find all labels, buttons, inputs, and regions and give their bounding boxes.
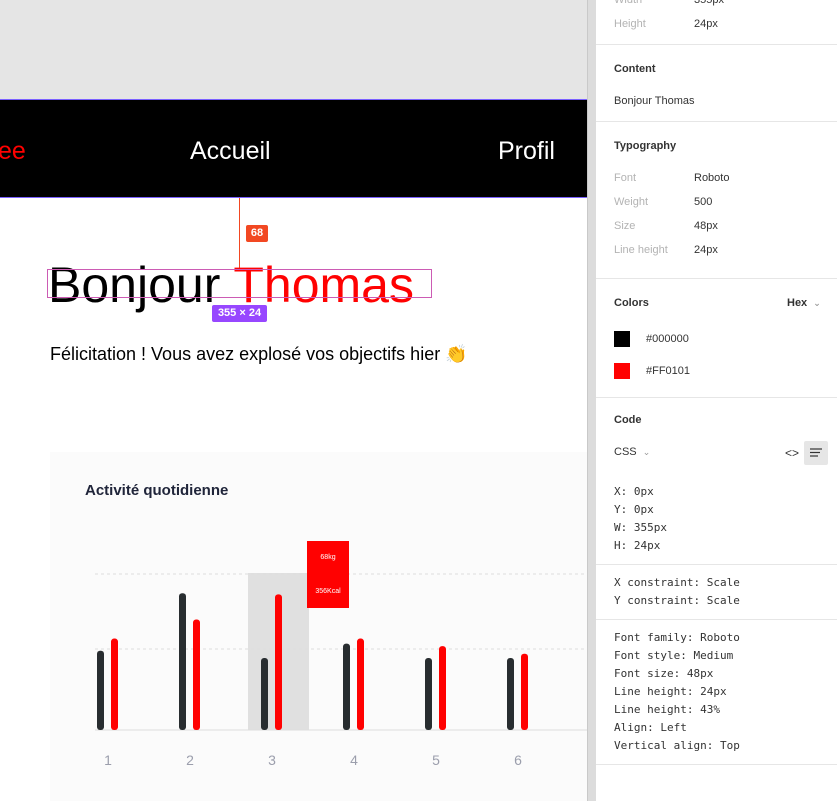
code-line: H: 24px: [614, 539, 661, 552]
weight-bar: [179, 593, 186, 730]
prop-value-height: 24px: [694, 18, 718, 30]
nav-item-home[interactable]: Accueil: [190, 136, 271, 166]
code-line: Font family: Roboto: [614, 631, 740, 644]
code-line: Line height: 43%: [614, 703, 720, 716]
prop-key-width: Width: [614, 0, 643, 6]
code-line: X: 0px: [614, 485, 654, 498]
activity-bar-chart: 123456768kg356Kcal: [95, 541, 587, 768]
prop-value-font: Roboto: [694, 172, 730, 184]
dimension-badge: 355 × 24: [212, 305, 267, 322]
prop-key-weight: Weight: [614, 196, 649, 208]
code-line: Font size: 48px: [614, 667, 714, 680]
code-line: Line height: 24px: [614, 685, 727, 698]
nav-item-profile[interactable]: Profil: [498, 136, 555, 166]
color-swatch-black[interactable]: [614, 331, 630, 347]
typography-section: Typography Font Roboto Weight 500 Size 4…: [596, 122, 837, 279]
prop-key-line-height: Line height: [614, 244, 668, 256]
selection-outline: [47, 269, 432, 298]
prop-value-weight: 500: [694, 196, 713, 208]
chevron-down-icon: ⌄: [813, 298, 821, 308]
spacing-badge: 68: [246, 225, 268, 242]
prop-key-height: Height: [614, 18, 646, 30]
x-tick-label: 3: [268, 752, 276, 768]
prop-key-font: Font: [614, 172, 637, 184]
tooltip-weight: 68kg: [320, 554, 335, 561]
typography-section-title: Typography: [614, 140, 677, 152]
colors-section-title: Colors: [614, 297, 649, 309]
weight-bar: [425, 658, 432, 730]
code-line: Vertical align: Top: [614, 739, 740, 752]
x-tick-label: 5: [432, 752, 440, 768]
calories-bar: [193, 619, 200, 730]
calories-bar: [275, 594, 282, 730]
calories-bar: [357, 638, 364, 730]
tooltip-calories: 356Kcal: [315, 588, 341, 595]
prop-value-width: 355px: [694, 0, 724, 6]
code-line: Font style: Medium: [614, 649, 734, 662]
weight-bar: [97, 650, 104, 730]
design-canvas[interactable]: ee Accueil Profil 68 Bonjour Thomas 355 …: [0, 0, 587, 801]
weight-bar: [261, 658, 268, 730]
font-code-section: Font family: Roboto Font style: Medium F…: [596, 620, 837, 765]
inspect-panel: Width 355px Height 24px Content Bonjour …: [596, 0, 837, 801]
color-format-label: Hex: [787, 297, 808, 309]
color-format-select[interactable]: Hex ⌄: [787, 297, 821, 309]
chevron-down-icon: ⌄: [642, 447, 651, 457]
colors-section: Colors Hex ⌄ #000000 #FF0101: [596, 279, 837, 398]
color-hex-black[interactable]: #000000: [646, 333, 689, 345]
code-language-label: CSS: [614, 446, 637, 458]
code-view-icon[interactable]: <>: [782, 443, 802, 463]
x-tick-label: 6: [514, 752, 522, 768]
nav-bar[interactable]: ee Accueil Profil: [0, 99, 587, 198]
code-line: Y constraint: Scale: [614, 594, 740, 607]
code-line: X constraint: Scale: [614, 576, 740, 589]
calories-bar: [111, 638, 118, 730]
lines-icon: [810, 448, 822, 457]
calories-bar: [439, 646, 446, 730]
congrats-message: Félicitation ! Vous avez explosé vos obj…: [50, 344, 468, 364]
weight-bar: [507, 658, 514, 730]
content-section: Content Bonjour Thomas: [596, 45, 837, 122]
daily-activity-card: Activité quotidienne 123456768kg356Kcal: [50, 452, 587, 801]
x-tick-label: 4: [350, 752, 358, 768]
nav-item-partial[interactable]: ee: [0, 136, 26, 166]
color-swatch-red[interactable]: [614, 363, 630, 379]
prop-value-size: 48px: [694, 220, 718, 232]
code-section: Code CSS ⌄ <> X: 0px Y: 0px W: 355px H: …: [596, 398, 837, 565]
content-section-title: Content: [614, 63, 656, 75]
content-value[interactable]: Bonjour Thomas: [614, 95, 695, 107]
calories-bar: [521, 653, 528, 730]
panel-divider[interactable]: [587, 0, 596, 801]
code-language-select[interactable]: CSS ⌄: [614, 446, 650, 458]
size-section: Width 355px Height 24px: [596, 0, 837, 45]
canvas-background: [0, 0, 587, 99]
color-hex-red[interactable]: #FF0101: [646, 365, 690, 377]
prop-value-line-height: 24px: [694, 244, 718, 256]
code-line: W: 355px: [614, 521, 667, 534]
code-section-title: Code: [614, 414, 642, 426]
weight-bar: [343, 643, 350, 730]
code-line: Align: Left: [614, 721, 687, 734]
constraints-section: X constraint: Scale Y constraint: Scale: [596, 565, 837, 620]
list-view-icon[interactable]: [804, 441, 828, 465]
x-tick-label: 1: [104, 752, 112, 768]
code-line: Y: 0px: [614, 503, 654, 516]
x-tick-label: 2: [186, 752, 194, 768]
prop-key-size: Size: [614, 220, 636, 232]
tooltip-box: [307, 541, 349, 608]
